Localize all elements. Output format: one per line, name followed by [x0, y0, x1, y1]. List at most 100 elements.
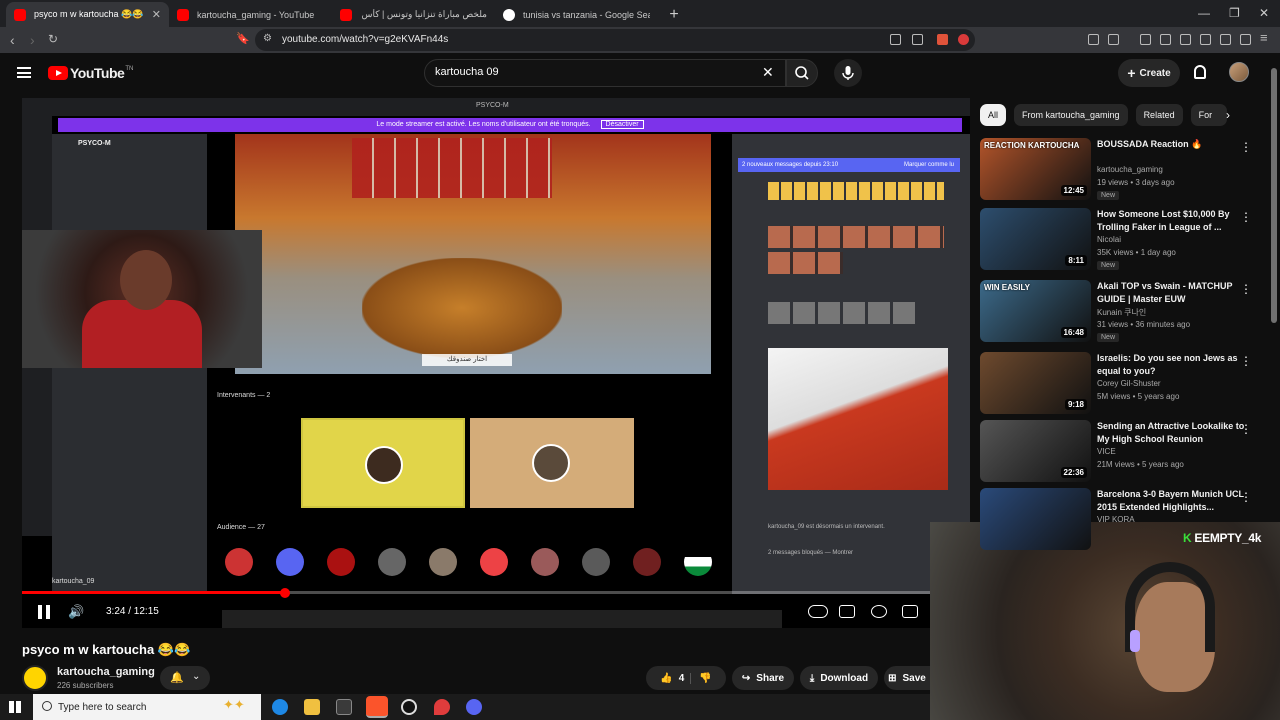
recommendation-title[interactable]: Sending an Attractive Lookalike to My Hi… — [1097, 420, 1247, 446]
create-button[interactable]: + Create — [1118, 59, 1180, 87]
notifications-bell-icon[interactable] — [1194, 65, 1206, 79]
search-input[interactable] — [435, 66, 755, 78]
recommendation-item[interactable]: 9:18 Israelis: Do you see non Jews as equ… — [980, 352, 1270, 416]
page-scrollbar[interactable] — [1271, 68, 1277, 323]
recommendation-item[interactable]: WIN EASILY 16:48 Akali TOP vs Swain - MATC… — [980, 280, 1270, 344]
recommendation-title[interactable]: Barcelona 3-0 Bayern Munich UCL 2015 Ext… — [1097, 488, 1247, 514]
leo-icon[interactable] — [1220, 34, 1231, 45]
thumbs-up-icon[interactable]: 👍 — [660, 673, 672, 684]
settings-gear-icon[interactable] — [871, 605, 887, 618]
file-explorer-icon[interactable] — [304, 699, 320, 715]
downloads-icon[interactable] — [1140, 34, 1151, 45]
voice-search-button[interactable] — [834, 59, 862, 87]
hamburger-menu-icon[interactable] — [17, 67, 31, 78]
chip-from-channel[interactable]: From kartoucha_gaming — [1014, 104, 1128, 126]
recommendation-channel[interactable]: Corey Gil-Shuster — [1097, 379, 1247, 388]
video-thumbnail[interactable] — [980, 488, 1091, 550]
discord-icon[interactable] — [466, 699, 482, 715]
obs-icon[interactable] — [401, 699, 417, 715]
progress-scrubber[interactable] — [280, 588, 291, 598]
media-icon[interactable] — [1160, 34, 1171, 45]
channel-avatar[interactable] — [22, 665, 48, 691]
recommendation-channel[interactable]: kartoucha_gaming — [1097, 165, 1247, 174]
reload-icon[interactable]: ↻ — [48, 32, 58, 46]
close-window-icon[interactable]: ✕ — [1259, 6, 1269, 20]
rewards-icon[interactable] — [958, 34, 969, 45]
browser-tab[interactable]: kartoucha_gaming - YouTube — [169, 2, 332, 27]
more-options-icon[interactable]: ⋮ — [1240, 422, 1252, 436]
more-options-icon[interactable]: ⋮ — [1240, 354, 1252, 368]
share-page-icon[interactable] — [912, 34, 923, 45]
recommendation-title[interactable]: Israelis: Do you see non Jews as equal t… — [1097, 352, 1247, 378]
recommendation-title[interactable]: Akali TOP vs Swain - MATCHUP GUIDE | Mas… — [1097, 280, 1247, 306]
video-thumbnail[interactable]: WIN EASILY 16:48 — [980, 280, 1091, 342]
recommendation-channel[interactable]: Nicolai — [1097, 235, 1247, 244]
back-icon[interactable]: ‹ — [10, 32, 15, 48]
channel-name[interactable]: kartoucha_gaming — [57, 666, 155, 678]
volume-icon[interactable]: 🔊 — [68, 604, 84, 620]
miniplayer-icon[interactable] — [902, 605, 918, 618]
video-thumbnail[interactable]: 9:18 — [980, 352, 1091, 414]
clear-search-icon[interactable]: ✕ — [762, 64, 774, 81]
more-options-icon[interactable]: ⋮ — [1240, 210, 1252, 224]
pause-icon[interactable] — [38, 605, 50, 619]
brave-shield-icon[interactable] — [937, 34, 948, 45]
account-avatar[interactable] — [1229, 62, 1249, 82]
save-button[interactable]: ⊞ Save — [884, 666, 930, 690]
edge-icon[interactable] — [272, 699, 288, 715]
duration-badge: 8:11 — [1065, 255, 1087, 266]
address-bar[interactable]: ⚙ youtube.com/watch?v=g2eKVAFn44s — [255, 29, 975, 51]
recommendation-item[interactable]: Barcelona 3-0 Bayern Munich UCL 2015 Ext… — [980, 488, 1270, 552]
search-button[interactable] — [786, 59, 818, 87]
more-options-icon[interactable]: ⋮ — [1240, 490, 1252, 504]
brave-icon[interactable] — [366, 696, 388, 718]
new-tab-button[interactable]: + — [664, 5, 684, 25]
recommendation-title[interactable]: BOUSSADA Reaction 🔥 — [1097, 138, 1247, 151]
recommendation-channel[interactable]: VICE — [1097, 447, 1247, 456]
taskbar-search[interactable]: Type here to search ✦✦ — [33, 694, 261, 720]
extensions-icon[interactable] — [1088, 34, 1099, 45]
recommendation-title[interactable]: How Someone Lost $10,000 By Trolling Fak… — [1097, 208, 1247, 234]
download-button[interactable]: ⤓ Download — [800, 666, 878, 690]
restore-icon[interactable]: ❐ — [1229, 6, 1240, 20]
browser-tab[interactable]: ملخص مباراة تنزانيا وتونس | كأس أمم — [332, 2, 495, 27]
video-thumbnail[interactable]: 22:36 — [980, 420, 1091, 482]
bookmark-icon[interactable]: 🔖 — [236, 32, 250, 45]
youtube-logo[interactable]: YouTube TN — [48, 65, 133, 81]
windows-start-icon[interactable] — [9, 701, 21, 713]
minimize-icon[interactable]: — — [1198, 6, 1210, 20]
browser-tab[interactable]: psyco m w kartoucha 😂😂 ✕ — [6, 2, 169, 27]
chip-for-you[interactable]: For — [1190, 104, 1227, 126]
sidebar-icon[interactable] — [1180, 34, 1191, 45]
thumbs-down-icon[interactable]: 👎 — [690, 672, 712, 684]
wallet-icon[interactable] — [1200, 34, 1211, 45]
menu-icon[interactable]: ≡ — [1260, 30, 1268, 45]
video-player[interactable]: PSYCO-M Le mode streamer est activé. Les… — [22, 98, 970, 628]
captions-icon[interactable] — [839, 605, 855, 618]
share-button[interactable]: ↪ Share — [732, 666, 794, 690]
recommendation-item[interactable]: 8:11 How Someone Lost $10,000 By Trolling… — [980, 208, 1270, 272]
recommendation-channel[interactable]: Kunain 쿠나인 — [1097, 307, 1247, 318]
chip-related[interactable]: Related — [1135, 104, 1183, 126]
chip-all[interactable]: All — [980, 104, 1007, 126]
recommendation-channel[interactable]: VIP KORA — [1097, 515, 1247, 524]
store-icon[interactable] — [336, 699, 352, 715]
video-thumbnail[interactable]: 8:11 — [980, 208, 1091, 270]
recommendation-item[interactable]: 22:36 Sending an Attractive Lookalike to … — [980, 420, 1270, 484]
chevron-right-icon[interactable]: › — [1226, 108, 1230, 122]
forward-icon[interactable]: › — [30, 32, 35, 48]
more-options-icon[interactable]: ⋮ — [1240, 282, 1252, 296]
more-options-icon[interactable]: ⋮ — [1240, 140, 1252, 154]
video-thumbnail[interactable]: REACTION KARTOUCHA 12:45 — [980, 138, 1091, 200]
cast-icon[interactable] — [890, 34, 901, 45]
site-info-icon[interactable]: ⚙ — [263, 33, 272, 44]
subscribed-bell-button[interactable]: 🔔 ⌄ — [160, 666, 210, 690]
autoplay-toggle-icon[interactable] — [808, 605, 828, 618]
close-tab-icon[interactable]: ✕ — [152, 8, 161, 21]
vpn-icon[interactable] — [1240, 34, 1251, 45]
maps-pin-icon[interactable] — [434, 699, 450, 715]
browser-tab[interactable]: tunisia vs tanzania - Google Search — [495, 2, 658, 27]
new-badge: New — [1097, 191, 1120, 200]
recommendation-item[interactable]: REACTION KARTOUCHA 12:45 BOUSSADA Reaction… — [980, 138, 1270, 202]
screenshot-icon[interactable] — [1108, 34, 1119, 45]
